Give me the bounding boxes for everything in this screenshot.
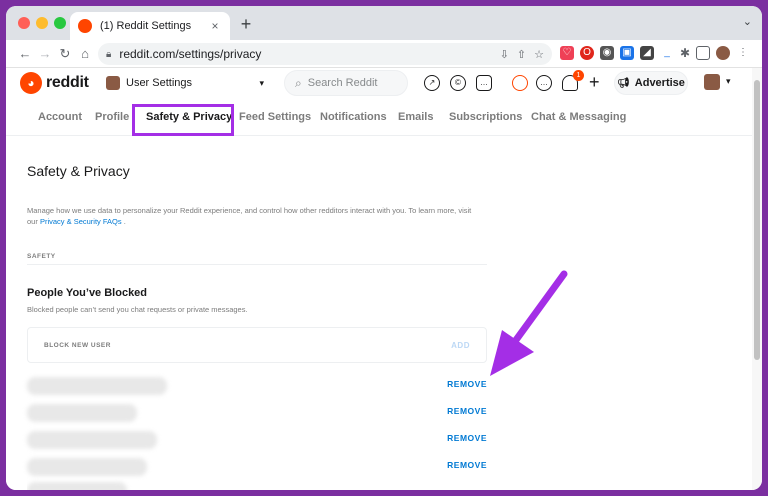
send-extension-icon[interactable]: ◢	[640, 46, 654, 60]
browser-toolbar: ← → ↻ ⌂ 🔒︎ reddit.com/settings/privacy ⇩…	[6, 40, 762, 68]
incognito-extension-icon[interactable]: ◉	[600, 46, 614, 60]
search-input[interactable]	[307, 77, 388, 89]
settings-tabs: Account Profile Safety & Privacy Feed Se…	[6, 98, 752, 136]
settings-content: Safety & Privacy Manage how we use data …	[6, 136, 752, 490]
sidebar-panel-icon[interactable]	[696, 46, 710, 60]
section-label-safety: SAFETY	[27, 253, 56, 260]
remove-button[interactable]: REMOVE	[447, 406, 487, 416]
create-post-icon[interactable]: +	[589, 72, 600, 92]
pocket-extension-icon[interactable]: ♡	[560, 46, 574, 60]
notification-badge: 1	[573, 70, 584, 81]
remove-button[interactable]: REMOVE	[447, 460, 487, 470]
advertise-label: Advertise	[634, 77, 685, 89]
search-icon: ⌕	[295, 75, 302, 90]
blurred-username	[27, 482, 127, 490]
dash-extension-icon[interactable]: _	[660, 46, 674, 60]
reddit-favicon-icon	[78, 19, 92, 33]
forward-icon[interactable]: →	[36, 45, 54, 63]
tab-subscriptions[interactable]: Subscriptions	[449, 111, 522, 123]
tab-feed-settings[interactable]: Feed Settings	[239, 111, 311, 123]
reddit-wordmark[interactable]: reddit	[46, 74, 89, 92]
browser-menu-icon[interactable]: ⋮	[736, 46, 750, 60]
block-new-user-field[interactable]: BLOCK NEW USER ADD	[27, 327, 487, 363]
share-icon[interactable]: ⇧	[517, 48, 526, 61]
extensions-puzzle-icon[interactable]: ✱	[678, 46, 692, 60]
reload-icon[interactable]: ↻	[56, 45, 74, 63]
page-description: Manage how we use data to personalize yo…	[27, 205, 483, 227]
blurred-username	[27, 458, 147, 476]
megaphone-icon: 📢︎	[617, 77, 630, 89]
blurred-username	[27, 404, 137, 422]
chat-icon[interactable]: …	[536, 75, 552, 91]
tab-chat-messaging[interactable]: Chat & Messaging	[531, 111, 626, 123]
tab-title: (1) Reddit Settings	[100, 20, 192, 32]
talk-icon[interactable]: …	[476, 75, 492, 91]
privacy-faq-link[interactable]: Privacy & Security FAQs	[40, 217, 122, 226]
coins-icon[interactable]: ©	[450, 75, 466, 91]
page-scrollbar[interactable]	[752, 68, 762, 490]
browser-window: (1) Reddit Settings × + ⌄ ← → ↻ ⌂ 🔒︎ red…	[6, 6, 762, 490]
tab-strip: (1) Reddit Settings × + ⌄	[6, 6, 762, 40]
new-tab-button[interactable]: +	[236, 14, 256, 34]
annotation-arrow-icon	[490, 270, 568, 376]
close-window-button[interactable]	[18, 17, 30, 29]
blurred-username	[27, 431, 157, 449]
badge-extension-icon[interactable]: ▣	[620, 46, 634, 60]
user-avatar[interactable]	[704, 74, 720, 90]
bookmark-star-icon[interactable]: ☆	[534, 48, 544, 61]
home-icon[interactable]: ⌂	[76, 45, 94, 63]
tab-close-icon[interactable]: ×	[208, 19, 222, 33]
section-divider	[27, 264, 487, 265]
blocked-users-title: People You’ve Blocked	[27, 287, 148, 299]
remove-button[interactable]: REMOVE	[447, 433, 487, 443]
user-settings-avatar-icon	[106, 76, 120, 90]
address-bar[interactable]: 🔒︎ reddit.com/settings/privacy ⇩ ⇧ ☆	[98, 43, 552, 65]
back-icon[interactable]: ←	[16, 45, 34, 63]
blocked-user-row: REMOVE	[27, 400, 487, 424]
blocked-users-subtitle: Blocked people can’t send you chat reque…	[27, 305, 248, 314]
advertise-button[interactable]: 📢︎ Advertise	[614, 71, 688, 95]
user-menu-chevron-icon[interactable]: ▾	[726, 76, 731, 87]
tab-account[interactable]: Account	[38, 111, 82, 123]
popular-arrow-icon[interactable]: ↗	[424, 75, 440, 91]
annotation-highlight-box	[132, 104, 234, 136]
search-bar[interactable]: ⌕	[284, 70, 408, 96]
chevron-down-icon: ▾	[259, 77, 264, 88]
lock-icon: 🔒︎	[106, 48, 112, 60]
install-icon[interactable]: ⇩	[500, 48, 509, 61]
opera-extension-icon[interactable]: O	[580, 46, 594, 60]
profile-avatar-icon[interactable]	[716, 46, 730, 60]
reddit-header: ◕ reddit User Settings ▾ ⌕ ↗ © … … 1 + 📢…	[6, 68, 762, 98]
add-block-button[interactable]: ADD	[451, 341, 470, 350]
block-new-user-label: BLOCK NEW USER	[44, 342, 111, 349]
tab-notifications[interactable]: Notifications	[320, 111, 387, 123]
scrollbar-thumb[interactable]	[754, 80, 760, 360]
blocked-user-row: REMOVE	[27, 427, 487, 451]
minimize-window-button[interactable]	[36, 17, 48, 29]
description-end: .	[123, 217, 126, 226]
maximize-window-button[interactable]	[54, 17, 66, 29]
shield-icon[interactable]	[512, 75, 528, 91]
page-title: Safety & Privacy	[27, 163, 130, 179]
blocked-user-row	[27, 478, 487, 490]
community-dropdown[interactable]: User Settings ▾	[106, 72, 264, 94]
url-text: reddit.com/settings/privacy	[119, 47, 262, 61]
tab-emails[interactable]: Emails	[398, 111, 433, 123]
blurred-username	[27, 377, 167, 395]
community-label: User Settings	[126, 77, 193, 89]
blocked-user-row: REMOVE	[27, 373, 487, 397]
reddit-logo-icon[interactable]: ◕	[20, 72, 42, 94]
tab-profile[interactable]: Profile	[95, 111, 129, 123]
browser-tab[interactable]: (1) Reddit Settings ×	[70, 12, 230, 40]
blocked-user-row: REMOVE	[27, 454, 487, 478]
tab-search-button[interactable]: ⌄	[743, 15, 752, 28]
